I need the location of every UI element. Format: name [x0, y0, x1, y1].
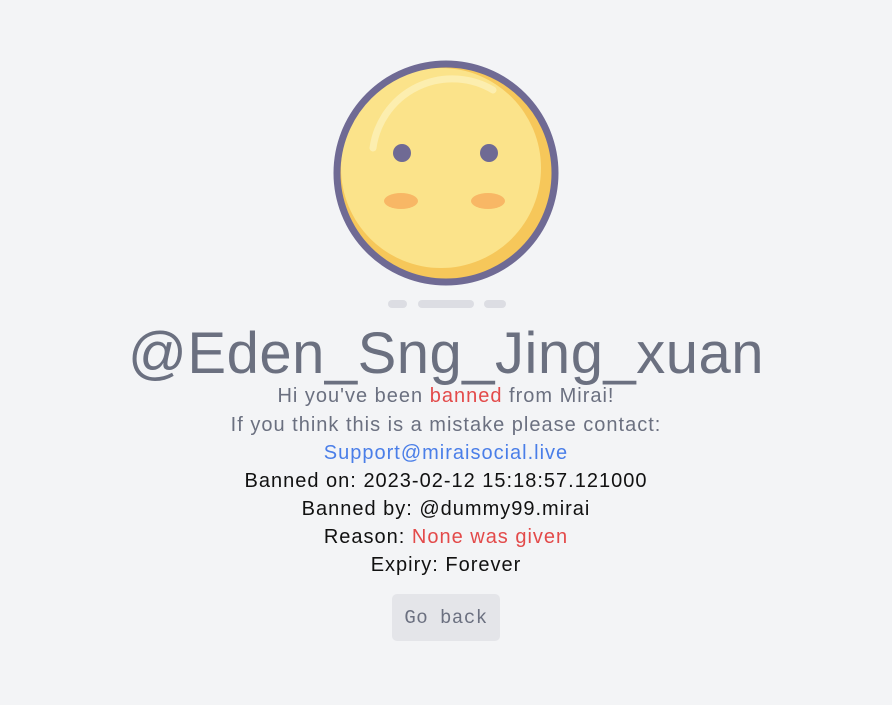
reason-row: Reason: None was given — [0, 525, 892, 549]
banned-by-value: @dummy99.mirai — [419, 498, 591, 520]
banned-by-row: Banned by: @dummy99.mirai — [0, 497, 892, 521]
go-back-button[interactable]: Go back — [392, 594, 500, 641]
ban-greeting: Hi you've been banned from Mirai! — [0, 384, 892, 408]
support-email-link[interactable]: Support@miraisocial.live — [324, 442, 568, 464]
expiry-label: Expiry: — [370, 554, 439, 576]
sad-face-icon — [333, 60, 559, 286]
username-heading: @Eden_Sng_Jing_xuan — [128, 321, 764, 386]
greeting-prefix: Hi you've been — [277, 385, 424, 407]
banned-on-label: Banned on: — [244, 470, 357, 492]
banned-by-label: Banned by: — [301, 498, 413, 520]
greeting-suffix: from Mirai! — [509, 385, 615, 407]
ban-page: @Eden_Sng_Jing_xuan Hi you've been banne… — [0, 0, 892, 705]
expiry-value: Forever — [445, 554, 522, 576]
banned-word: banned — [429, 385, 503, 407]
face-shadow — [0, 300, 892, 309]
reason-label: Reason: — [323, 526, 406, 548]
reason-value: None was given — [411, 526, 569, 548]
banned-on-value: 2023-02-12 15:18:57.121000 — [363, 470, 648, 492]
contact-instructions: If you think this is a mistake please co… — [230, 414, 662, 436]
banned-on-row: Banned on: 2023-02-12 15:18:57.121000 — [0, 469, 892, 493]
support-email-row: Support@miraisocial.live — [0, 441, 892, 465]
expiry-row: Expiry: Forever — [0, 553, 892, 577]
